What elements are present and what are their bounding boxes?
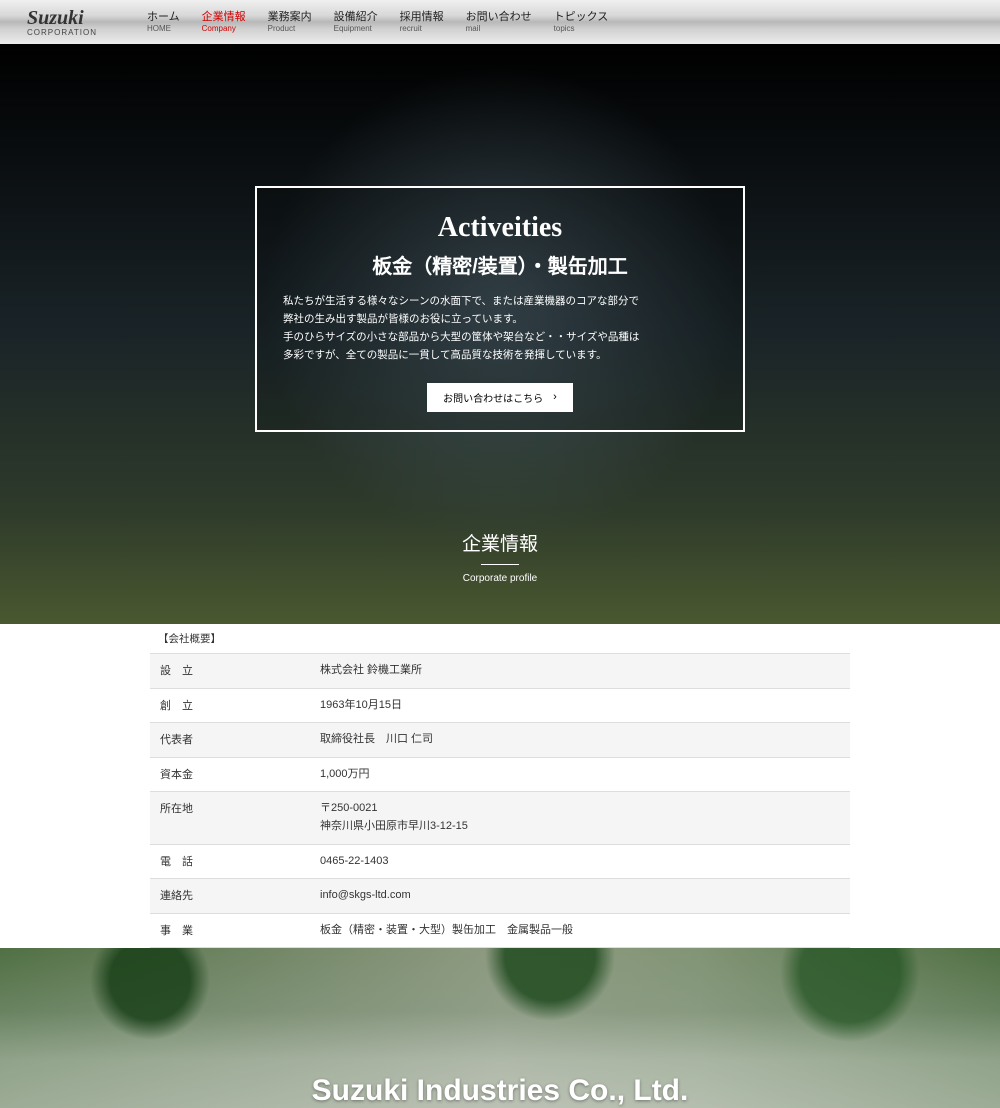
logo-sub: CORPORATION	[27, 29, 97, 37]
hero-section: Activeities 板金（精密/装置）・製缶加工 私たちが生活する様々なシー…	[0, 44, 1000, 624]
table-row: 連絡先info@skgs-ltd.com	[150, 879, 850, 914]
table-row: 代表者取締役社長 川口 仁司	[150, 723, 850, 758]
table-row-value: 1963年10月15日	[310, 688, 850, 723]
table-row: 事 業板金（精密・装置・大型）製缶加工 金属製品一般	[150, 913, 850, 948]
company-name-section: Suzuki Industries Co., Ltd.	[0, 948, 1000, 1108]
contact-button[interactable]: お問い合わせはこちら ›	[427, 383, 573, 412]
nav-label-jp: トピックス	[554, 11, 609, 24]
table-row-label: 創 立	[150, 688, 310, 723]
hero-description: 私たちが生活する様々なシーンの水面下で、または産業機器のコアな部分で弊社の生み出…	[283, 293, 717, 364]
table-row-value: 〒250-0021神奈川県小田原市早川3-12-15	[310, 792, 850, 844]
table-row-value: 取締役社長 川口 仁司	[310, 723, 850, 758]
nav-label-en: topics	[554, 24, 575, 34]
table-row: 電 話0465-22-1403	[150, 844, 850, 879]
nav-label-jp: お問い合わせ	[466, 11, 532, 24]
table-row-label: 連絡先	[150, 879, 310, 914]
main-nav: ホームHOME 企業情報Company 業務案内Product 設備紹介Equipme…	[147, 11, 608, 34]
nav-item-company[interactable]: 企業情報Company	[202, 11, 246, 34]
table-row-value: 1,000万円	[310, 757, 850, 792]
nav-label-jp: 採用情報	[400, 11, 444, 24]
hero-title: Activeities	[283, 212, 717, 244]
nav-label-en: Equipment	[334, 24, 372, 34]
nav-item-mail[interactable]: お問い合わせmail	[466, 11, 532, 34]
nav-label-en: HOME	[147, 24, 171, 34]
table-row: 所在地〒250-0021神奈川県小田原市早川3-12-15	[150, 792, 850, 844]
hero-subtitle: 板金（精密/装置）・製缶加工	[283, 250, 717, 279]
nav-label-en: Product	[268, 24, 296, 34]
hero-box: Activeities 板金（精密/装置）・製缶加工 私たちが生活する様々なシー…	[255, 186, 745, 431]
nav-label-en: recruit	[400, 24, 422, 34]
site-header: Suzuki CORPORATION ホームHOME 企業情報Company 業務案…	[0, 0, 1000, 44]
profile-heading: 【会社概要】	[150, 624, 850, 653]
table-row-label: 資本金	[150, 757, 310, 792]
table-row: 創 立1963年10月15日	[150, 688, 850, 723]
table-row-value: 0465-22-1403	[310, 844, 850, 879]
table-row-value: info@skgs-ltd.com	[310, 879, 850, 914]
table-row-label: 所在地	[150, 792, 310, 844]
nav-label-en: mail	[466, 24, 481, 34]
nav-item-topics[interactable]: トピックスtopics	[554, 11, 609, 34]
table-row-value: 株式会社 鈴機工業所	[310, 654, 850, 689]
logo-main: Suzuki	[27, 8, 97, 28]
nav-item-recruit[interactable]: 採用情報recruit	[400, 11, 444, 34]
nav-label-en: Company	[202, 24, 236, 34]
table-row-label: 電 話	[150, 844, 310, 879]
nav-label-jp: 設備紹介	[334, 11, 378, 24]
nav-item-equipment[interactable]: 設備紹介Equipment	[334, 11, 378, 34]
section-title-en: Corporate profile	[0, 573, 1000, 584]
company-profile: 【会社概要】 設 立株式会社 鈴機工業所創 立1963年10月15日代表者取締役…	[0, 624, 1000, 948]
table-row-label: 代表者	[150, 723, 310, 758]
nav-label-jp: ホーム	[147, 11, 180, 24]
table-row-label: 設 立	[150, 654, 310, 689]
table-row-label: 事 業	[150, 913, 310, 948]
profile-table: 設 立株式会社 鈴機工業所創 立1963年10月15日代表者取締役社長 川口 仁…	[150, 653, 850, 948]
chevron-right-icon: ›	[553, 391, 557, 403]
section-title-divider	[481, 564, 519, 565]
hero-lower: 企業情報 Corporate profile	[0, 529, 1000, 584]
nav-label-jp: 企業情報	[202, 11, 246, 24]
company-name-en: Suzuki Industries Co., Ltd.	[312, 1074, 689, 1108]
nav-item-home[interactable]: ホームHOME	[147, 11, 180, 34]
contact-button-label: お問い合わせはこちら	[443, 390, 543, 405]
table-row: 資本金1,000万円	[150, 757, 850, 792]
nav-item-product[interactable]: 業務案内Product	[268, 11, 312, 34]
section-title-jp: 企業情報	[0, 529, 1000, 556]
site-logo[interactable]: Suzuki CORPORATION	[27, 8, 97, 37]
table-row-value: 板金（精密・装置・大型）製缶加工 金属製品一般	[310, 913, 850, 948]
nav-label-jp: 業務案内	[268, 11, 312, 24]
table-row: 設 立株式会社 鈴機工業所	[150, 654, 850, 689]
